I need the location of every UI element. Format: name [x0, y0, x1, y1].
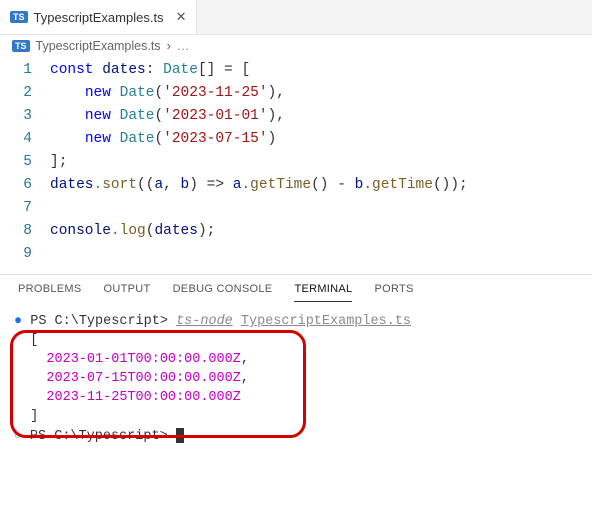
terminal-panel[interactable]: ● PS C:\Typescript> ts-node TypescriptEx… [0, 302, 592, 456]
chevron-right-icon: › [167, 39, 171, 53]
panel-tabs: PROBLEMS OUTPUT DEBUG CONSOLE TERMINAL P… [0, 274, 592, 302]
breadcrumb-more[interactable]: … [177, 39, 190, 53]
tab-filename: TypescriptExamples.ts [34, 10, 164, 25]
line-number: 3 [0, 105, 50, 128]
prompt-icon: ○ [14, 428, 22, 443]
line-number: 4 [0, 128, 50, 151]
line-number: 7 [0, 197, 50, 220]
line-number: 2 [0, 82, 50, 105]
line-number: 9 [0, 243, 50, 266]
line-number: 6 [0, 174, 50, 197]
code-editor[interactable]: 1 const dates: Date[] = [ 2 new Date('20… [0, 57, 592, 274]
terminal-cursor [176, 428, 184, 443]
line-number: 8 [0, 220, 50, 243]
tab-terminal[interactable]: TERMINAL [294, 283, 352, 302]
tab-output[interactable]: OUTPUT [104, 283, 151, 302]
breadcrumb[interactable]: TS TypescriptExamples.ts › … [0, 35, 592, 57]
active-prompt-icon: ● [14, 314, 22, 329]
tab-problems[interactable]: PROBLEMS [18, 283, 82, 302]
close-icon[interactable]: ✕ [176, 9, 187, 25]
tab-debug-console[interactable]: DEBUG CONSOLE [173, 283, 273, 302]
line-number: 1 [0, 59, 50, 82]
editor-tab[interactable]: TS TypescriptExamples.ts ✕ [0, 0, 197, 34]
breadcrumb-filename: TypescriptExamples.ts [36, 39, 161, 53]
tab-bar: TS TypescriptExamples.ts ✕ [0, 0, 592, 35]
typescript-icon: TS [10, 11, 28, 23]
line-number: 5 [0, 151, 50, 174]
typescript-icon: TS [12, 40, 30, 52]
tab-ports[interactable]: PORTS [374, 283, 413, 302]
